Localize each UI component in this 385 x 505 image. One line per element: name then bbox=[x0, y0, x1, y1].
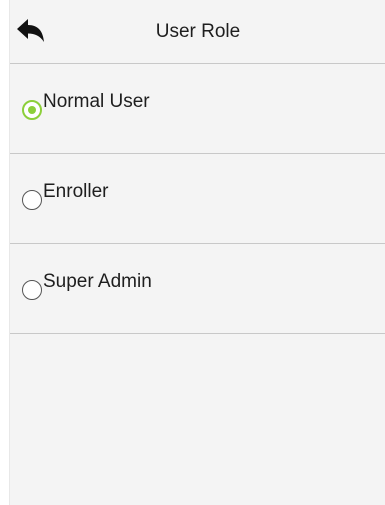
back-button[interactable] bbox=[16, 18, 56, 48]
role-option-super-admin[interactable]: Super Admin bbox=[10, 244, 385, 334]
radio-unselected-icon[interactable] bbox=[22, 280, 42, 300]
role-option-label: Normal User bbox=[43, 91, 150, 112]
user-role-screen: User Role Normal User Enroller Super Adm… bbox=[9, 0, 385, 505]
role-option-label: Enroller bbox=[43, 181, 109, 202]
radio-selected-icon[interactable] bbox=[22, 100, 42, 120]
role-option-label: Super Admin bbox=[43, 271, 152, 292]
radio-unselected-icon[interactable] bbox=[22, 190, 42, 210]
header-bar: User Role bbox=[10, 0, 385, 64]
radio-dot bbox=[28, 106, 36, 114]
role-option-enroller[interactable]: Enroller bbox=[10, 154, 385, 244]
page-title: User Role bbox=[155, 21, 241, 42]
role-option-normal-user[interactable]: Normal User bbox=[10, 64, 385, 154]
back-arrow-icon bbox=[17, 19, 44, 42]
